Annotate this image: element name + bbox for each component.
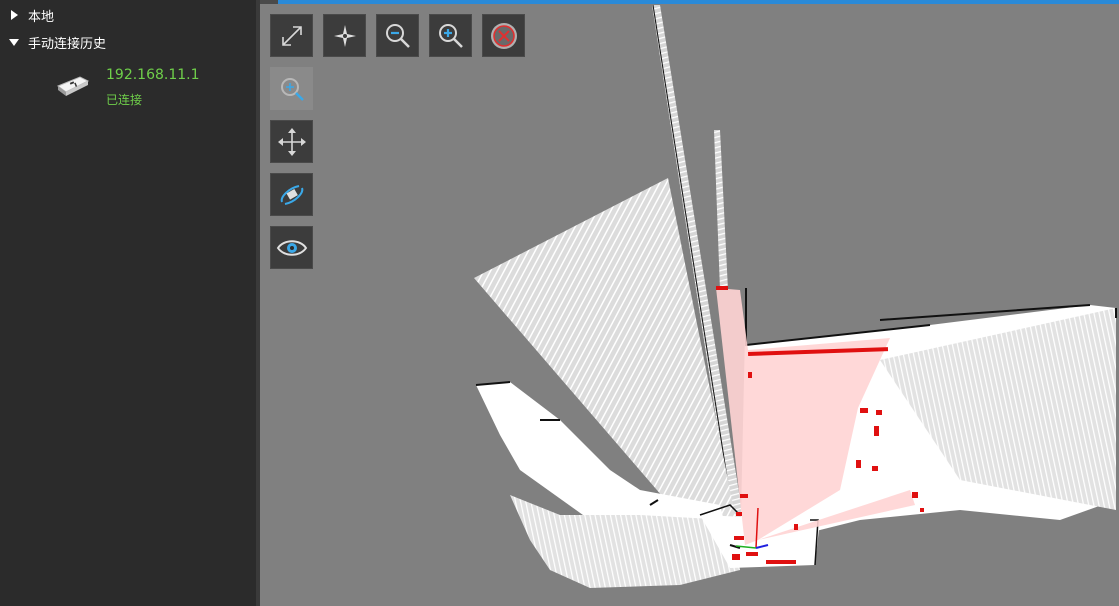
close-circle-icon [490, 22, 517, 49]
map-free-corridor-2 [714, 130, 728, 290]
clear-button[interactable] [482, 14, 525, 57]
zoom-target-icon [280, 77, 304, 101]
zoom-out-icon [385, 23, 410, 48]
view-toggle-button[interactable] [270, 226, 313, 269]
collapsed-arrow-icon[interactable] [11, 10, 18, 20]
robot-device-icon [56, 76, 90, 96]
set-pose-button[interactable] [270, 173, 313, 216]
expanded-arrow-icon[interactable] [9, 38, 19, 46]
zoom-target-button[interactable] [270, 67, 313, 110]
connection-sidebar: 本地 手动连接历史 192.168.11.1 已连接 [0, 0, 256, 606]
connection-item[interactable]: 192.168.11.1 已连接 [50, 64, 230, 110]
zoom-out-button[interactable] [376, 14, 419, 57]
fit-view-button[interactable] [270, 14, 313, 57]
zoom-in-button[interactable] [429, 14, 472, 57]
eye-icon [276, 239, 307, 256]
center-robot-button[interactable] [323, 14, 366, 57]
compass-star-icon [333, 24, 356, 47]
connection-ip: 192.168.11.1 [106, 67, 200, 83]
tree-node-local[interactable]: 本地 [8, 5, 54, 25]
zoom-in-icon [438, 23, 463, 48]
map-top-accent-bar-left [260, 0, 278, 4]
tree-node-manual-history[interactable]: 手动连接历史 [8, 32, 106, 52]
pan-button[interactable] [270, 120, 313, 163]
map-top-accent-bar [260, 0, 1119, 4]
map-viewport[interactable] [260, 0, 1119, 606]
move-arrows-icon [277, 127, 306, 156]
tree-node-label: 手动连接历史 [28, 36, 107, 52]
tree-node-label: 本地 [28, 9, 55, 25]
connection-status: 已连接 [106, 93, 143, 107]
robot-pose-icon [280, 184, 303, 205]
expand-arrows-icon [281, 25, 302, 46]
occupancy-map[interactable] [260, 0, 1119, 606]
